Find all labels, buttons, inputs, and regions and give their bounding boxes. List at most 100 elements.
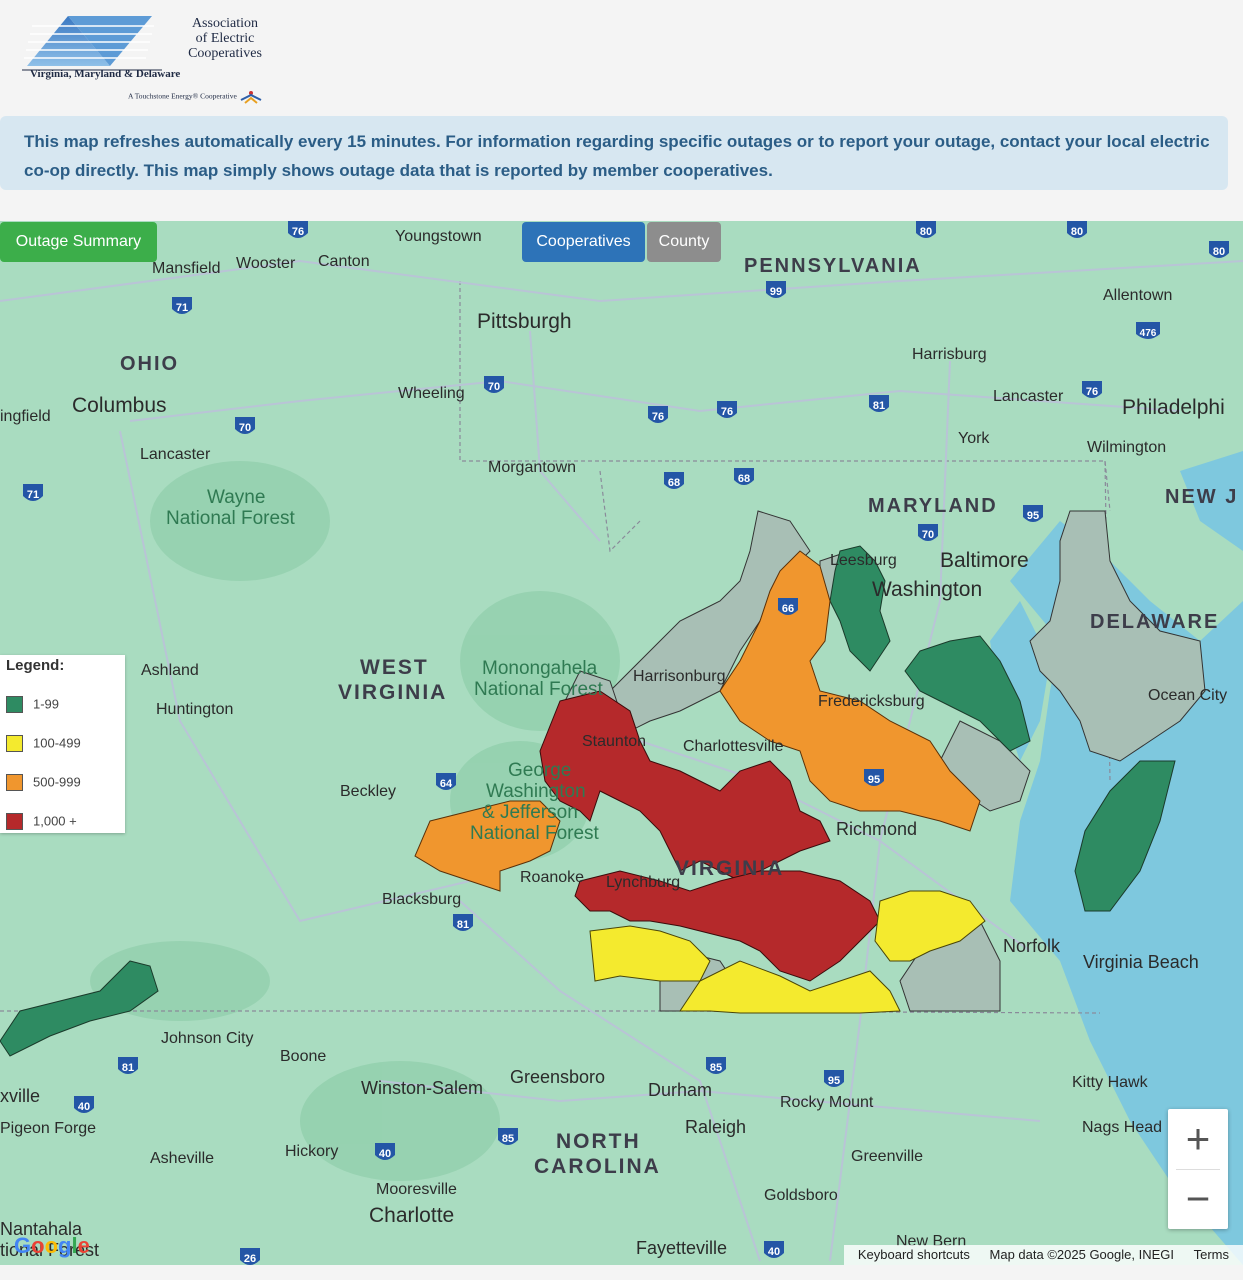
- city-label: Ocean City: [1148, 687, 1227, 704]
- city-label: Baltimore: [940, 549, 1029, 572]
- svg-text:81: 81: [122, 1062, 134, 1074]
- territory-powell-valley[interactable]: [0, 960, 159, 1057]
- forest-label: George: [508, 760, 571, 781]
- city-label: Washington: [872, 578, 982, 601]
- city-label: Raleigh: [685, 1117, 746, 1137]
- interstate-shield-icon: 71: [23, 484, 43, 501]
- label-west: WEST: [360, 656, 429, 679]
- forest-label: & Jefferson: [482, 802, 578, 823]
- map-data-credit: Map data ©2025 Google, INEGI: [989, 1247, 1174, 1262]
- svg-text:76: 76: [721, 406, 733, 418]
- city-label: Rocky Mount: [780, 1094, 874, 1111]
- interstate-shield-icon: 85: [706, 1057, 726, 1074]
- svg-text:81: 81: [873, 400, 885, 412]
- forest-label: National Forest: [470, 823, 600, 844]
- city-label: Pittsburgh: [477, 310, 572, 333]
- outage-map[interactable]: PENNSYLVANIA OHIO MARYLAND NEW J WEST VI…: [0, 221, 1243, 1265]
- legend-item: 500-999: [6, 771, 81, 791]
- site-header: Association of Electric Cooperatives Vir…: [0, 0, 1243, 112]
- city-label: Youngstown: [395, 228, 482, 245]
- city-label: Lancaster: [140, 446, 211, 463]
- interstate-shield-icon: 76: [288, 221, 308, 238]
- logo-line-2: of Electric: [195, 31, 255, 46]
- city-label: Kitty Hawk: [1072, 1074, 1149, 1091]
- territory-bar-south[interactable]: [589, 925, 711, 982]
- forest-label: National Forest: [474, 679, 604, 700]
- city-label: Fayetteville: [636, 1238, 727, 1258]
- interstate-shield-icon: 40: [74, 1096, 94, 1113]
- label-maryland: MARYLAND: [868, 495, 998, 517]
- county-toggle-button[interactable]: County: [647, 222, 721, 262]
- city-label: Johnson City: [161, 1030, 254, 1047]
- svg-text:70: 70: [239, 422, 251, 434]
- logo-line-1: Association: [191, 16, 259, 31]
- city-label: Mooresville: [376, 1181, 457, 1198]
- city-label: Roanoke: [520, 869, 584, 886]
- city-label: Allentown: [1103, 287, 1172, 304]
- outage-summary-button[interactable]: Outage Summary: [0, 222, 157, 262]
- svg-text:99: 99: [770, 286, 782, 298]
- interstate-shield-icon: 81: [453, 914, 473, 931]
- interstate-shield-icon: 40: [764, 1241, 784, 1258]
- legend-swatch: [6, 773, 23, 791]
- map-attribution: Keyboard shortcuts Map data ©2025 Google…: [843, 1245, 1243, 1265]
- interstate-shield-icon: 95: [1023, 505, 1043, 522]
- city-label: Huntington: [156, 701, 233, 718]
- page-footer-space: [0, 1265, 1243, 1280]
- map-canvas[interactable]: PENNSYLVANIA OHIO MARYLAND NEW J WEST VI…: [0, 221, 1243, 1265]
- logo-wordmark: Association of Electric Cooperatives: [160, 16, 290, 61]
- google-logo[interactable]: Google: [14, 1233, 90, 1259]
- svg-text:40: 40: [768, 1246, 780, 1258]
- city-label: Pigeon Forge: [0, 1120, 96, 1137]
- city-label: Durham: [648, 1080, 712, 1100]
- label-virginia-wv: VIRGINIA: [338, 681, 447, 704]
- city-label: Virginia Beach: [1083, 952, 1199, 972]
- legend-label: 500-999: [33, 774, 81, 790]
- interstate-shield-icon: 66: [778, 598, 798, 615]
- zoom-control: + −: [1168, 1109, 1228, 1229]
- zoom-out-button[interactable]: −: [1168, 1169, 1228, 1229]
- outage-legend: Legend: 1-99 100-499 500-999 1,000 +: [0, 655, 125, 833]
- legend-label: 1,000 +: [33, 813, 77, 829]
- city-label: Lancaster: [993, 388, 1064, 405]
- legend-swatch: [6, 695, 23, 713]
- interstate-shield-icon: 80: [1209, 241, 1229, 258]
- logo-states: Virginia, Maryland & Delaware: [30, 68, 181, 80]
- zoom-in-button[interactable]: +: [1168, 1109, 1228, 1169]
- cooperative-logo[interactable]: Association of Electric Cooperatives Vir…: [22, 10, 282, 105]
- interstate-shield-icon: 99: [766, 281, 786, 298]
- city-label: Fredericksburg: [818, 693, 925, 710]
- label-pennsylvania: PENNSYLVANIA: [744, 255, 922, 277]
- city-label: Charlottesville: [683, 738, 784, 755]
- svg-text:66: 66: [782, 603, 794, 615]
- legend-label: 100-499: [33, 735, 81, 751]
- interstate-shield-icon: 76: [717, 401, 737, 418]
- city-label: Harrisonburg: [633, 668, 725, 685]
- svg-text:85: 85: [502, 1133, 514, 1145]
- label-carolina: CAROLINA: [534, 1155, 661, 1178]
- svg-text:95: 95: [868, 774, 880, 786]
- interstate-shield-icon: 85: [498, 1128, 518, 1145]
- logo-triangles-icon: [22, 16, 162, 71]
- forest-label: National Forest: [166, 508, 296, 529]
- logo-tagline: A Touchstone Energy® Cooperative: [128, 90, 263, 104]
- keyboard-shortcuts-link[interactable]: Keyboard shortcuts: [858, 1247, 970, 1262]
- label-new-jersey: NEW J: [1165, 486, 1238, 508]
- cooperatives-toggle-button[interactable]: Cooperatives: [522, 222, 645, 262]
- city-label: Wooster: [236, 255, 296, 272]
- city-label: Ashland: [141, 662, 199, 679]
- city-label: Lynchburg: [606, 874, 680, 891]
- terms-link[interactable]: Terms: [1194, 1247, 1229, 1262]
- interstate-shield-icon: 80: [916, 221, 936, 238]
- city-label: Canton: [318, 253, 370, 270]
- forest-label: Wayne: [207, 487, 265, 508]
- city-label: Greenville: [851, 1148, 923, 1165]
- interstate-shield-icon: 80: [1067, 221, 1087, 238]
- interstate-shield-icon: 70: [484, 376, 504, 393]
- svg-text:76: 76: [292, 226, 304, 238]
- city-label: Staunton: [582, 733, 646, 750]
- svg-text:76: 76: [1086, 386, 1098, 398]
- svg-text:71: 71: [176, 302, 188, 314]
- svg-text:64: 64: [440, 778, 453, 790]
- logo-line-3: Cooperatives: [188, 46, 262, 61]
